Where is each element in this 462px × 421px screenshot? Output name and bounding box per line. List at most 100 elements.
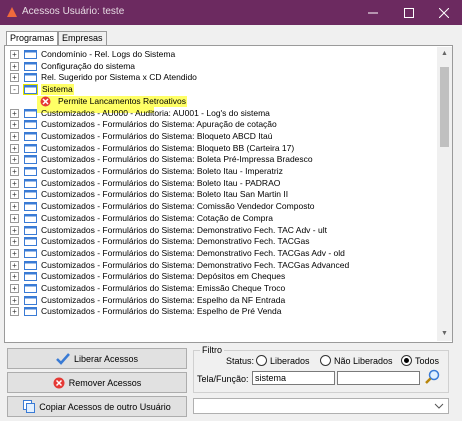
form-window-icon	[24, 307, 37, 317]
liberar-acessos-button[interactable]: Liberar Acessos	[7, 348, 187, 369]
programs-tree[interactable]: + Condomínio - Rel. Logs do Sistema + Confi…	[6, 47, 436, 341]
expand-icon[interactable]: +	[10, 307, 19, 317]
tree-node-label: Customizados - Formulários do Sistema: D…	[41, 271, 286, 282]
tree-node-label: Customizados - Formulários do Sistema: B…	[41, 189, 289, 200]
tree-node-label: Customizados - Formulários do Sistema: C…	[41, 201, 315, 212]
maximize-button[interactable]	[391, 0, 427, 25]
form-window-icon	[24, 248, 37, 258]
tree-node-label: Rel. Sugerido por Sistema x CD Atendido	[41, 72, 197, 83]
bottom-combo[interactable]	[193, 398, 449, 414]
expand-icon[interactable]: +	[10, 225, 19, 235]
remove-x-icon	[53, 377, 65, 388]
tela-funcao-input[interactable]: sistema	[252, 371, 335, 385]
radio-nao-liberados[interactable]: Não Liberados	[320, 355, 393, 366]
vertical-scrollbar[interactable]: ▲ ▼	[437, 47, 452, 341]
remover-acessos-label: Remover Acessos	[68, 377, 142, 388]
tree-node-label: Customizados - Formulários do Sistema: E…	[41, 306, 282, 317]
form-window-icon	[24, 295, 37, 305]
tree-node-label: Permite Lancamentos Retroativos	[57, 95, 188, 107]
expand-icon[interactable]: +	[10, 272, 19, 282]
scroll-down-icon[interactable]: ▼	[437, 327, 452, 341]
form-window-icon	[24, 284, 37, 293]
expand-icon[interactable]: +	[10, 73, 19, 83]
copiar-acessos-button[interactable]: Copiar Acessos de outro Usuário	[7, 396, 187, 417]
search-icon[interactable]	[424, 369, 440, 385]
radio-nao-liberados-label: Não Liberados	[334, 355, 393, 366]
form-window-icon	[24, 143, 37, 153]
form-window-icon	[24, 73, 37, 83]
expand-icon[interactable]: +	[10, 155, 19, 165]
window-title: Acessos Usuário: teste	[22, 6, 125, 17]
expand-icon[interactable]: +	[10, 284, 19, 293]
app-icon	[7, 7, 17, 17]
form-window-icon	[24, 178, 37, 188]
title-bar: Acessos Usuário: teste	[0, 0, 462, 25]
close-button[interactable]	[426, 0, 462, 25]
tree-node-label: Customizados - Formulários do Sistema: B…	[41, 142, 295, 153]
form-window-icon	[24, 225, 37, 235]
checkmark-icon	[56, 352, 70, 365]
form-window-icon	[24, 167, 37, 176]
radio-todos-label: Todos	[415, 355, 440, 366]
tab-programas-label: Programas	[10, 33, 55, 43]
tree-node-label: Customizados - Formulários do Sistema: E…	[41, 294, 286, 305]
form-window-icon	[24, 190, 37, 200]
radio-nao-liberados-icon	[320, 355, 331, 366]
tree-node-label: Configuração do sistema	[41, 60, 136, 71]
tree-node-label: Customizados - Formulários do Sistema: B…	[41, 166, 283, 176]
programs-panel: + Condomínio - Rel. Logs do Sistema + Confi…	[4, 45, 453, 343]
minimize-button[interactable]	[355, 0, 391, 25]
chevron-down-icon	[434, 403, 444, 409]
tab-empresas-label: Empresas	[62, 33, 103, 43]
radio-liberados[interactable]: Liberados	[256, 355, 310, 366]
expand-icon[interactable]: +	[10, 143, 19, 153]
expand-icon[interactable]: +	[10, 131, 19, 141]
form-window-icon	[24, 155, 37, 165]
tree-node-label: Customizados - Formulários do Sistema: E…	[41, 283, 286, 293]
form-window-icon	[24, 120, 37, 130]
form-window-icon	[24, 260, 37, 270]
tab-programas[interactable]: Programas	[6, 31, 59, 46]
tab-empresas[interactable]: Empresas	[58, 31, 107, 45]
expand-icon[interactable]: +	[10, 295, 19, 305]
expand-icon[interactable]: +	[10, 120, 19, 130]
expand-icon[interactable]: +	[10, 178, 19, 188]
secondary-filter-input[interactable]	[337, 371, 420, 385]
minimize-icon	[368, 12, 378, 13]
tree-node-label: Customizados - Formulários do Sistema: D…	[41, 259, 350, 270]
expand-icon[interactable]: +	[10, 248, 19, 258]
form-window-icon	[24, 108, 37, 118]
filtro-label: Filtro	[200, 345, 224, 355]
form-window-icon	[23, 84, 38, 96]
radio-todos-icon	[401, 355, 412, 366]
collapse-icon[interactable]: -	[10, 85, 19, 95]
radio-todos[interactable]: Todos	[401, 355, 439, 366]
expand-icon[interactable]: +	[10, 190, 19, 200]
radio-liberados-label: Liberados	[270, 355, 310, 366]
tree-node-label: Customizados - Formulários do Sistema: D…	[41, 224, 327, 235]
expand-icon[interactable]: +	[10, 50, 19, 59]
expand-icon[interactable]: +	[10, 202, 19, 212]
scroll-thumb[interactable]	[440, 67, 449, 147]
scroll-up-icon[interactable]: ▲	[437, 47, 452, 61]
copiar-acessos-label: Copiar Acessos de outro Usuário	[39, 401, 171, 412]
liberar-acessos-label: Liberar Acessos	[73, 353, 139, 364]
remover-acessos-button[interactable]: Remover Acessos	[7, 372, 187, 393]
tree-node-label: Customizados - Formulários do Sistema: C…	[41, 212, 273, 223]
form-window-icon	[24, 202, 37, 212]
close-icon	[439, 7, 449, 18]
tree-node-label: Condomínio - Rel. Logs do Sistema	[41, 49, 176, 59]
expand-icon[interactable]: +	[10, 108, 19, 118]
tree-node-label: Customizados - Formulários do Sistema: D…	[41, 236, 310, 247]
copy-icon	[23, 400, 36, 413]
form-window-icon	[24, 237, 37, 247]
expand-icon[interactable]: +	[10, 167, 19, 176]
form-window-icon	[24, 61, 37, 71]
expand-icon[interactable]: +	[10, 260, 19, 270]
expand-icon[interactable]: +	[10, 213, 19, 223]
expand-icon[interactable]: +	[10, 237, 19, 247]
expand-icon[interactable]: +	[10, 61, 19, 71]
form-window-icon	[24, 213, 37, 223]
tree-node-label: Customizados - Formulários do Sistema: D…	[41, 247, 345, 258]
radio-liberados-icon	[256, 355, 267, 366]
